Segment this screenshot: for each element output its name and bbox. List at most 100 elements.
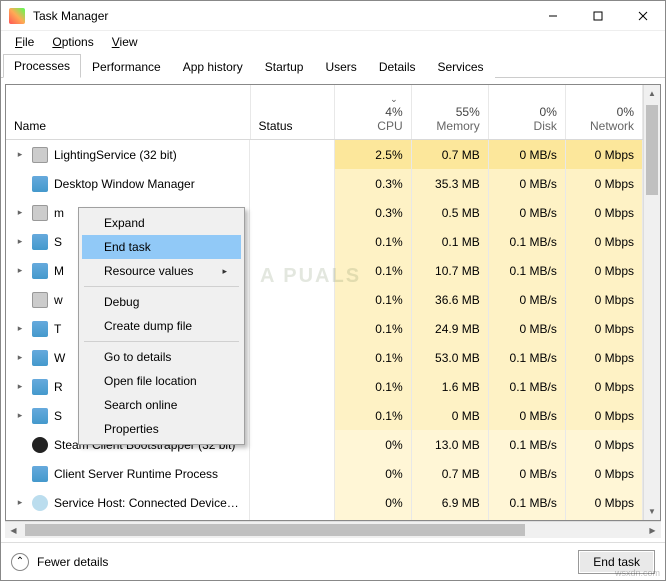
close-button[interactable] bbox=[620, 1, 665, 30]
disk-pct: 0% bbox=[497, 105, 557, 119]
ctx-open-file-location[interactable]: Open file location bbox=[82, 369, 241, 393]
fewer-details-label[interactable]: Fewer details bbox=[37, 555, 108, 569]
end-task-button[interactable]: End task bbox=[578, 550, 655, 574]
col-status[interactable]: Status bbox=[250, 85, 334, 140]
net-cell: 0 Mbps bbox=[565, 285, 642, 314]
expander-icon[interactable] bbox=[14, 323, 26, 335]
status-cell bbox=[250, 140, 334, 170]
table-row[interactable]: Desktop Window Manager0.3%35.3 MB0 MB/s0… bbox=[6, 169, 643, 198]
tab-processes[interactable]: Processes bbox=[3, 54, 81, 78]
net-cell: 0 Mbps bbox=[565, 256, 642, 285]
process-cell[interactable]: LightingService (32 bit) bbox=[6, 140, 250, 169]
col-network[interactable]: 0% Network bbox=[565, 85, 642, 140]
expander-icon[interactable] bbox=[14, 265, 26, 277]
process-name: M bbox=[54, 264, 64, 278]
process-cell[interactable]: Service Host: Connected Device… bbox=[6, 488, 250, 517]
tab-app-history[interactable]: App history bbox=[172, 55, 254, 78]
process-cell[interactable]: Service Host: Windows Manage… bbox=[6, 517, 250, 520]
menu-bar: File Options View bbox=[1, 31, 665, 53]
mem-cell: 0.1 MB bbox=[411, 227, 488, 256]
scroll-up-icon[interactable]: ▲ bbox=[644, 85, 660, 102]
col-memory[interactable]: 55% Memory bbox=[411, 85, 488, 140]
menu-file[interactable]: File bbox=[7, 33, 42, 51]
scroll-right-icon[interactable]: ▶ bbox=[644, 522, 661, 538]
table-row[interactable]: Service Host: Connected Device…0%6.9 MB0… bbox=[6, 488, 643, 517]
cpu-cell: 0.1% bbox=[334, 227, 411, 256]
mem-cell: 24.9 MB bbox=[411, 314, 488, 343]
disk-cell: 0 MB/s bbox=[488, 459, 565, 488]
ctx-search-online[interactable]: Search online bbox=[82, 393, 241, 417]
col-disk[interactable]: 0% Disk bbox=[488, 85, 565, 140]
disk-cell: 0 MB/s bbox=[488, 198, 565, 227]
mem-cell: 10.7 MB bbox=[411, 256, 488, 285]
disk-cell: 0.1 MB/s bbox=[488, 488, 565, 517]
process-icon bbox=[32, 466, 48, 482]
mem-cell: 13.0 MB bbox=[411, 430, 488, 459]
scroll-thumb[interactable] bbox=[646, 105, 658, 195]
cpu-cell: 0.3% bbox=[334, 169, 411, 198]
tab-users[interactable]: Users bbox=[314, 55, 367, 78]
net-cell: 0 Mbps bbox=[565, 459, 642, 488]
col-cpu[interactable]: ⌄ 4% CPU bbox=[334, 85, 411, 140]
window-title: Task Manager bbox=[33, 9, 530, 23]
disk-cell: 0 MB/s bbox=[488, 314, 565, 343]
cpu-cell: 0% bbox=[334, 488, 411, 517]
process-name: S bbox=[54, 409, 62, 423]
col-status-label: Status bbox=[259, 119, 293, 133]
disk-cell: 0.1 MB/s bbox=[488, 343, 565, 372]
menu-view[interactable]: View bbox=[104, 33, 146, 51]
scroll-left-icon[interactable]: ◀ bbox=[5, 522, 22, 538]
tab-startup[interactable]: Startup bbox=[254, 55, 315, 78]
ctx-properties[interactable]: Properties bbox=[82, 417, 241, 441]
mem-cell: 0.7 MB bbox=[411, 140, 488, 170]
col-name[interactable]: Name bbox=[6, 85, 250, 140]
ctx-end-task[interactable]: End task bbox=[82, 235, 241, 259]
cpu-cell: 0.1% bbox=[334, 285, 411, 314]
vertical-scrollbar[interactable]: ▲ ▼ bbox=[643, 85, 660, 520]
process-icon bbox=[32, 408, 48, 424]
horizontal-scrollbar[interactable]: ◀ ▶ bbox=[5, 521, 661, 538]
status-cell bbox=[250, 227, 334, 256]
net-cell: 0 Mbps bbox=[565, 227, 642, 256]
minimize-button[interactable] bbox=[530, 1, 575, 30]
expander-icon[interactable] bbox=[14, 381, 26, 393]
net-cell: 0 Mbps bbox=[565, 430, 642, 459]
hscroll-thumb[interactable] bbox=[25, 524, 525, 536]
expander-icon[interactable] bbox=[14, 352, 26, 364]
tab-services[interactable]: Services bbox=[427, 55, 495, 78]
expander-icon[interactable] bbox=[14, 149, 26, 161]
maximize-button[interactable] bbox=[575, 1, 620, 30]
process-name: w bbox=[54, 293, 63, 307]
window-buttons bbox=[530, 1, 665, 30]
expander-icon[interactable] bbox=[14, 236, 26, 248]
expander-icon[interactable] bbox=[14, 410, 26, 422]
ctx-create-dump[interactable]: Create dump file bbox=[82, 314, 241, 338]
process-icon bbox=[32, 263, 48, 279]
table-row[interactable]: Client Server Runtime Process0%0.7 MB0 M… bbox=[6, 459, 643, 488]
ctx-go-to-details[interactable]: Go to details bbox=[82, 345, 241, 369]
fewer-details-icon[interactable]: ⌃ bbox=[11, 553, 29, 571]
ctx-expand[interactable]: Expand bbox=[82, 211, 241, 235]
ctx-sep-1 bbox=[84, 286, 239, 287]
sort-indicator-icon: ⌄ bbox=[390, 94, 403, 104]
mem-cell: 1.6 MB bbox=[411, 372, 488, 401]
tab-performance[interactable]: Performance bbox=[81, 55, 172, 78]
net-cell: 0 Mbps bbox=[565, 488, 642, 517]
status-cell bbox=[250, 314, 334, 343]
ctx-resource-values[interactable]: Resource values bbox=[82, 259, 241, 283]
table-row[interactable]: Service Host: Windows Manage…0%5.1 MB0 M… bbox=[6, 517, 643, 520]
process-cell[interactable]: Desktop Window Manager bbox=[6, 169, 250, 198]
table-row[interactable]: LightingService (32 bit)2.5%0.7 MB0 MB/s… bbox=[6, 140, 643, 170]
mem-cell: 0.5 MB bbox=[411, 198, 488, 227]
menu-options[interactable]: Options bbox=[44, 33, 101, 51]
scroll-down-icon[interactable]: ▼ bbox=[644, 503, 660, 520]
tab-details[interactable]: Details bbox=[368, 55, 427, 78]
net-cell: 0 Mbps bbox=[565, 343, 642, 372]
status-cell bbox=[250, 256, 334, 285]
disk-cell: 0.1 MB/s bbox=[488, 430, 565, 459]
process-cell[interactable]: Client Server Runtime Process bbox=[6, 459, 250, 488]
net-cell: 0 Mbps bbox=[565, 140, 642, 170]
expander-icon[interactable] bbox=[14, 497, 26, 509]
ctx-debug[interactable]: Debug bbox=[82, 290, 241, 314]
expander-icon[interactable] bbox=[14, 207, 26, 219]
